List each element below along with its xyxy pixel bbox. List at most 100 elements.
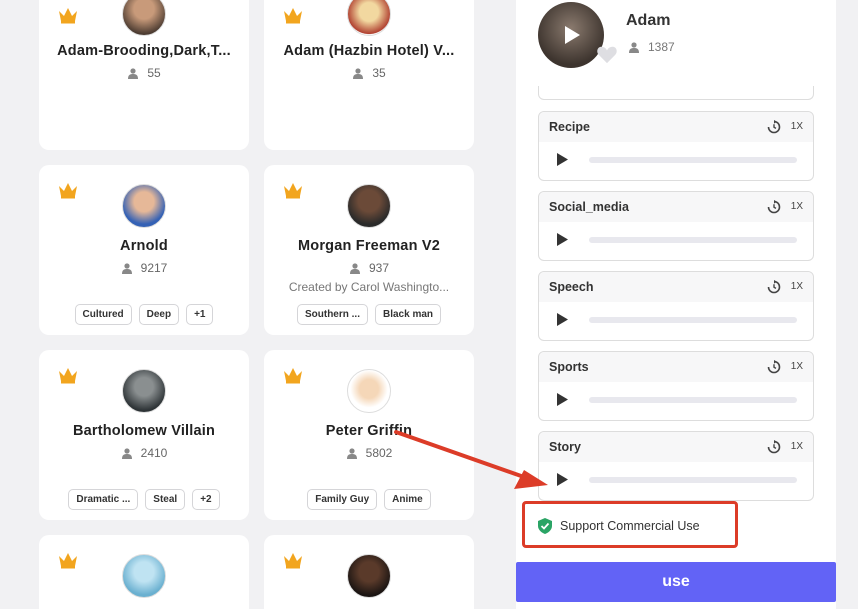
avatar[interactable]: [122, 369, 166, 413]
sample-title: Recipe: [549, 120, 590, 134]
audio-progress-bar[interactable]: [589, 397, 797, 403]
crown-icon: [59, 8, 77, 24]
user-icon: [353, 67, 364, 79]
sample-header: Recipe 1X: [539, 112, 813, 142]
tag-list: Southern ... Black man: [264, 304, 474, 325]
avatar[interactable]: [347, 184, 391, 228]
voice-card[interactable]: [39, 535, 249, 609]
voice-avatar[interactable]: [538, 2, 604, 68]
audio-progress-bar[interactable]: [589, 477, 797, 483]
replay-icon[interactable]: [767, 360, 781, 374]
voice-count-value: 9217: [140, 261, 168, 275]
tag-chip[interactable]: Southern ...: [296, 304, 368, 325]
user-icon: [121, 262, 132, 274]
voice-count-value: 937: [368, 261, 390, 275]
voice-usage-count: 937: [264, 261, 474, 275]
audio-progress-bar[interactable]: [589, 157, 797, 163]
voice-card[interactable]: Peter Griffin 5802 Family Guy Anime: [264, 350, 474, 520]
play-icon[interactable]: [556, 393, 568, 406]
voice-count-value: 1387: [648, 40, 675, 54]
speed-setting[interactable]: 1X: [791, 121, 803, 132]
sample-header: Sports 1X: [539, 352, 813, 382]
voice-sample: Speech 1X: [538, 271, 814, 341]
avatar[interactable]: [347, 554, 391, 598]
replay-icon[interactable]: [767, 120, 781, 134]
play-icon[interactable]: [556, 473, 568, 486]
voice-name: Bartholomew Villain: [72, 423, 216, 439]
tag-chip[interactable]: Deep: [138, 304, 180, 325]
crown-icon: [59, 368, 77, 384]
voice-usage-count: 5802: [264, 446, 474, 460]
tag-chip[interactable]: Cultured: [74, 304, 132, 325]
user-icon: [121, 447, 132, 459]
tag-chip[interactable]: +1: [186, 304, 214, 325]
replay-icon[interactable]: [767, 280, 781, 294]
speed-setting[interactable]: 1X: [791, 361, 803, 372]
play-icon[interactable]: [556, 153, 568, 166]
audio-progress-bar[interactable]: [589, 237, 797, 243]
annotation-highlight-box: [522, 501, 738, 548]
sample-list-stub: [538, 86, 814, 100]
crown-icon: [284, 553, 302, 569]
voice-name: Arnold: [120, 238, 168, 254]
voice-count-value: 55: [147, 66, 161, 80]
tag-chip[interactable]: Steal: [145, 489, 186, 510]
voice-name: Adam (Hazbin Hotel) V...: [283, 43, 455, 59]
voice-count-value: 2410: [140, 446, 168, 460]
speed-setting[interactable]: 1X: [791, 201, 803, 212]
voice-card[interactable]: Adam (Hazbin Hotel) V... 35: [264, 0, 474, 150]
tag-chip[interactable]: Black man: [374, 304, 442, 325]
speed-setting[interactable]: 1X: [791, 441, 803, 452]
voice-sample: Social_media 1X: [538, 191, 814, 261]
crown-icon: [284, 368, 302, 384]
avatar[interactable]: [122, 184, 166, 228]
avatar[interactable]: [347, 369, 391, 413]
replay-icon[interactable]: [767, 200, 781, 214]
tag-chip[interactable]: Dramatic ...: [68, 489, 139, 510]
voice-title: Adam: [626, 12, 671, 29]
voice-count-value: 5802: [365, 446, 393, 460]
replay-icon[interactable]: [767, 440, 781, 454]
voice-card[interactable]: Arnold 9217 Cultured Deep +1: [39, 165, 249, 335]
avatar[interactable]: [122, 0, 166, 36]
speed-setting[interactable]: 1X: [791, 281, 803, 292]
voice-card[interactable]: [264, 535, 474, 609]
avatar[interactable]: [122, 554, 166, 598]
voice-card[interactable]: Adam-Brooding,Dark,T... 55: [39, 0, 249, 150]
voice-name: Adam-Brooding,Dark,T...: [57, 43, 231, 59]
tag-list: Family Guy Anime: [264, 489, 474, 510]
play-icon[interactable]: [556, 233, 568, 246]
play-icon[interactable]: [560, 24, 582, 46]
tag-chip[interactable]: Family Guy: [307, 489, 378, 510]
voice-card[interactable]: Bartholomew Villain 2410 Dramatic ... Stea…: [39, 350, 249, 520]
use-button[interactable]: use: [516, 562, 836, 602]
sample-title: Sports: [549, 360, 589, 374]
user-icon: [128, 67, 139, 79]
sample-title: Story: [549, 440, 581, 454]
crown-icon: [59, 553, 77, 569]
sample-header: Social_media 1X: [539, 192, 813, 222]
user-icon: [629, 41, 639, 53]
audio-progress-bar[interactable]: [589, 317, 797, 323]
voice-name: Morgan Freeman V2: [298, 238, 440, 254]
crown-icon: [284, 8, 302, 24]
voice-count-value: 35: [372, 66, 386, 80]
voice-card[interactable]: Morgan Freeman V2 937 Created by Carol Wa…: [264, 165, 474, 335]
tag-list: Cultured Deep +1: [39, 304, 249, 325]
user-icon: [349, 262, 360, 274]
voice-sample: Recipe 1X: [538, 111, 814, 181]
voice-usage-count: 55: [39, 66, 249, 80]
avatar[interactable]: [347, 0, 391, 36]
voice-usage-count: 9217: [39, 261, 249, 275]
tag-chip[interactable]: Anime: [384, 489, 431, 510]
voice-creator: Created by Carol Washingto...: [288, 280, 450, 294]
crown-icon: [59, 183, 77, 199]
voice-usage-count: 2410: [39, 446, 249, 460]
tag-chip[interactable]: +2: [192, 489, 220, 510]
sample-header: Story 1X: [539, 432, 813, 462]
play-icon[interactable]: [556, 313, 568, 326]
tag-list: Dramatic ... Steal +2: [39, 489, 249, 510]
heart-icon[interactable]: [596, 44, 618, 64]
sample-title: Speech: [549, 280, 594, 294]
voice-sample: Story 1X: [538, 431, 814, 501]
